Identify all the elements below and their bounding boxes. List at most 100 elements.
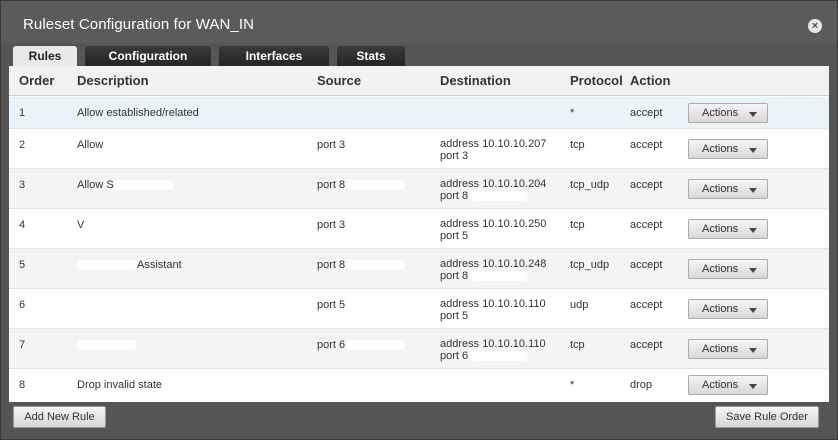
rules-table: Order Description Source Destination Pro… — [9, 66, 829, 402]
cell-action: accept — [630, 179, 663, 191]
destination-address: address 10.10.10.248 — [440, 258, 547, 270]
cell-order: 6 — [19, 299, 26, 311]
destination-port: port 3 — [440, 150, 546, 162]
cell-protocol: tcp_udp — [570, 179, 610, 191]
redaction-mark — [113, 180, 174, 191]
cell-source-text: port 3 — [317, 139, 346, 151]
destination-port-text: port 5 — [440, 310, 469, 322]
chevron-down-icon — [749, 228, 757, 233]
cell-action: accept — [630, 299, 663, 311]
cell-order: 3 — [19, 179, 26, 191]
actions-button-label: Actions — [702, 223, 739, 235]
close-icon[interactable]: × — [808, 19, 822, 33]
cell-source-text: port 8 — [317, 179, 346, 191]
table-header: Order Description Source Destination Pro… — [9, 66, 829, 96]
actions-button-label: Actions — [702, 183, 739, 195]
destination-port: port 6 — [440, 350, 546, 362]
actions-button[interactable]: Actions — [688, 139, 768, 159]
cell-action: accept — [630, 219, 663, 231]
cell-order: 7 — [19, 339, 26, 351]
cell-protocol: udp — [570, 299, 589, 311]
chevron-down-icon — [749, 308, 757, 313]
cell-destination: address 10.10.10.204 port 8 — [440, 178, 546, 202]
table-row[interactable]: 8 Drop invalid state * drop Actions — [9, 369, 829, 402]
tab-interfaces[interactable]: Interfaces — [219, 46, 329, 66]
tab-rules[interactable]: Rules — [13, 46, 77, 66]
actions-button[interactable]: Actions — [688, 339, 768, 359]
actions-button[interactable]: Actions — [688, 299, 768, 319]
cell-protocol: tcp — [570, 219, 585, 231]
destination-port-text: port 8 — [440, 270, 469, 282]
chevron-down-icon — [749, 188, 757, 193]
cell-description — [77, 299, 137, 311]
table-row[interactable]: 7 port 6 address 10.10.10.110 port 6 tcp… — [9, 329, 829, 369]
table-row[interactable]: 3 Allow S port 8 address 10.10.10.204 po… — [9, 169, 829, 209]
cell-protocol: tcp — [570, 339, 585, 351]
actions-button[interactable]: Actions — [688, 219, 768, 239]
cell-source: port 5 — [317, 299, 406, 311]
table-row[interactable]: 2 Allow port 3 address 10.10.10.207 port… — [9, 129, 829, 169]
header-action[interactable]: Action — [630, 73, 670, 88]
cell-source-text: port 8 — [317, 259, 346, 271]
chevron-down-icon — [749, 148, 757, 153]
redaction-mark — [345, 340, 406, 351]
cell-source: port 3 — [317, 139, 406, 151]
destination-port-text: port 5 — [440, 230, 469, 242]
cell-destination: address 10.10.10.110 port 6 — [440, 338, 546, 362]
redaction-mark — [77, 260, 137, 271]
cell-action: accept — [630, 339, 663, 351]
add-new-rule-button[interactable]: Add New Rule — [13, 406, 106, 428]
redaction-mark — [468, 311, 529, 322]
header-description[interactable]: Description — [77, 73, 149, 88]
actions-button[interactable]: Actions — [688, 259, 768, 279]
actions-button[interactable]: Actions — [688, 179, 768, 199]
tab-stats[interactable]: Stats — [337, 46, 405, 66]
header-destination[interactable]: Destination — [440, 73, 511, 88]
table-row[interactable]: 6 port 5 address 10.10.10.110 port 5 udp… — [9, 289, 829, 329]
ruleset-dialog: Ruleset Configuration for WAN_IN × Rules… — [0, 0, 838, 440]
destination-port-text: port 6 — [440, 350, 469, 362]
cell-order: 1 — [19, 107, 26, 119]
destination-port: port 5 — [440, 230, 546, 242]
redaction-mark — [345, 140, 406, 151]
redaction-mark — [77, 300, 137, 311]
chevron-down-icon — [749, 348, 757, 353]
destination-port-text: port 3 — [440, 150, 469, 162]
redaction-mark — [468, 271, 529, 282]
redaction-mark — [103, 140, 164, 151]
tab-configuration[interactable]: Configuration — [85, 46, 211, 66]
dialog-titlebar: Ruleset Configuration for WAN_IN × — [1, 1, 837, 43]
redaction-mark — [345, 180, 406, 191]
table-row[interactable]: 5 Assistant port 8 address 10.10.10.248 … — [9, 249, 829, 289]
header-source[interactable]: Source — [317, 73, 361, 88]
cell-action: accept — [630, 139, 663, 151]
cell-destination: address 10.10.10.248 port 8 — [440, 258, 546, 282]
redaction-mark — [468, 231, 529, 242]
table-row[interactable]: 4 V port 3 address 10.10.10.250 port 5 t… — [9, 209, 829, 249]
cell-source-text: port 5 — [317, 299, 346, 311]
cell-destination: address 10.10.10.250 port 5 — [440, 218, 546, 242]
save-rule-order-button[interactable]: Save Rule Order — [715, 406, 819, 428]
table-row[interactable]: 1 Allow established/related * accept Act… — [9, 97, 829, 129]
tab-bar: Rules Configuration Interfaces Stats — [13, 46, 413, 66]
cell-source: port 3 — [317, 219, 406, 231]
cell-order: 8 — [19, 379, 26, 391]
redaction-mark — [345, 220, 406, 231]
cell-description-text: Allow S — [77, 179, 114, 191]
actions-button[interactable]: Actions — [688, 375, 768, 395]
actions-button[interactable]: Actions — [688, 103, 768, 123]
chevron-down-icon — [749, 268, 757, 273]
redaction-mark — [84, 220, 145, 231]
redaction-mark — [77, 340, 137, 351]
destination-port-text: port 8 — [440, 190, 469, 202]
redaction-mark — [345, 300, 406, 311]
cell-protocol: tcp_udp — [570, 259, 610, 271]
redaction-mark — [468, 191, 529, 202]
chevron-down-icon — [749, 384, 757, 389]
cell-protocol: * — [570, 379, 575, 391]
header-protocol[interactable]: Protocol — [570, 73, 623, 88]
header-order[interactable]: Order — [19, 73, 54, 88]
cell-source: port 8 — [317, 179, 406, 191]
cell-description: Allow established/related — [77, 107, 199, 119]
cell-destination: address 10.10.10.110 port 5 — [440, 298, 546, 322]
